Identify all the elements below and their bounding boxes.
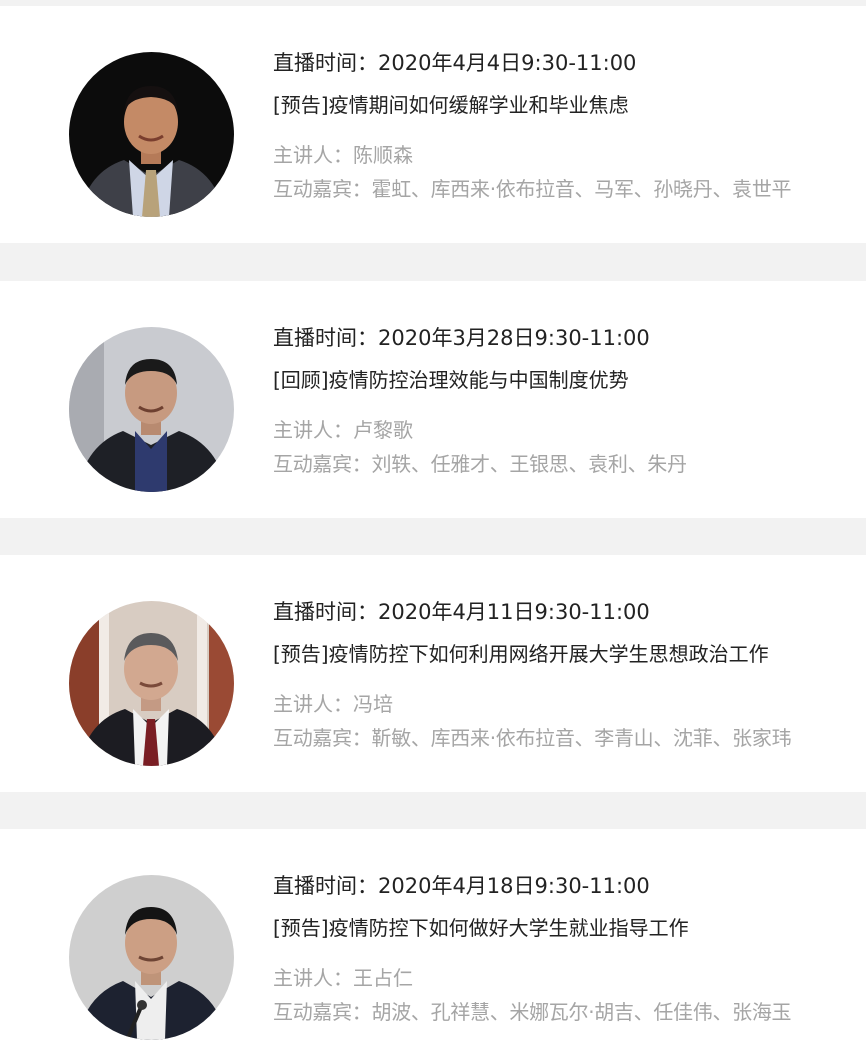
event-speaker: 主讲人：陈顺森	[273, 143, 413, 167]
event-card[interactable]: 直播时间：2020年3月28日9:30-11:00 [回顾]疫情防控治理效能与中…	[0, 281, 866, 518]
event-time: 直播时间：2020年4月4日9:30-11:00	[273, 51, 637, 75]
speaker-avatar[interactable]	[69, 52, 234, 217]
speaker-avatar[interactable]	[69, 601, 234, 766]
speaker-avatar[interactable]	[69, 875, 234, 1040]
event-guests: 互动嘉宾：刘轶、任雅才、王银思、袁利、朱丹	[273, 452, 687, 476]
event-time: 直播时间：2020年4月11日9:30-11:00	[273, 600, 650, 624]
event-speaker: 主讲人：卢黎歌	[273, 418, 413, 442]
event-time: 直播时间：2020年4月18日9:30-11:00	[273, 874, 650, 898]
event-card[interactable]: 直播时间：2020年4月4日9:30-11:00 [预告]疫情期间如何缓解学业和…	[0, 6, 866, 243]
speaker-avatar[interactable]	[69, 327, 234, 492]
event-speaker: 主讲人：冯培	[273, 692, 393, 716]
event-info: 直播时间：2020年4月11日9:30-11:00 [预告]疫情防控下如何利用网…	[273, 597, 853, 753]
event-info: 直播时间：2020年4月4日9:30-11:00 [预告]疫情期间如何缓解学业和…	[273, 48, 853, 204]
event-card[interactable]: 直播时间：2020年4月11日9:30-11:00 [预告]疫情防控下如何利用网…	[0, 555, 866, 792]
event-list: 直播时间：2020年4月4日9:30-11:00 [预告]疫情期间如何缓解学业和…	[0, 0, 866, 1062]
event-time: 直播时间：2020年3月28日9:30-11:00	[273, 326, 650, 350]
event-guests: 互动嘉宾：霍虹、库西来·依布拉音、马军、孙晓丹、袁世平	[273, 177, 792, 201]
event-guests: 互动嘉宾：靳敏、库西来·依布拉音、李青山、沈菲、张家玮	[273, 726, 792, 750]
speaker-photo	[69, 52, 234, 217]
event-title[interactable]: [回顾]疫情防控治理效能与中国制度优势	[273, 365, 853, 395]
speaker-photo	[69, 875, 234, 1040]
event-card[interactable]: 直播时间：2020年4月18日9:30-11:00 [预告]疫情防控下如何做好大…	[0, 829, 866, 1062]
event-info: 直播时间：2020年4月18日9:30-11:00 [预告]疫情防控下如何做好大…	[273, 871, 853, 1027]
speaker-photo	[69, 327, 234, 492]
event-speaker: 主讲人：王占仁	[273, 966, 413, 990]
event-title[interactable]: [预告]疫情期间如何缓解学业和毕业焦虑	[273, 90, 853, 120]
speaker-photo	[69, 601, 234, 766]
event-guests: 互动嘉宾：胡波、孔祥慧、米娜瓦尔·胡吉、任佳伟、张海玉	[273, 1000, 792, 1024]
event-info: 直播时间：2020年3月28日9:30-11:00 [回顾]疫情防控治理效能与中…	[273, 323, 853, 479]
event-title[interactable]: [预告]疫情防控下如何利用网络开展大学生思想政治工作	[273, 639, 853, 669]
event-title[interactable]: [预告]疫情防控下如何做好大学生就业指导工作	[273, 913, 853, 943]
